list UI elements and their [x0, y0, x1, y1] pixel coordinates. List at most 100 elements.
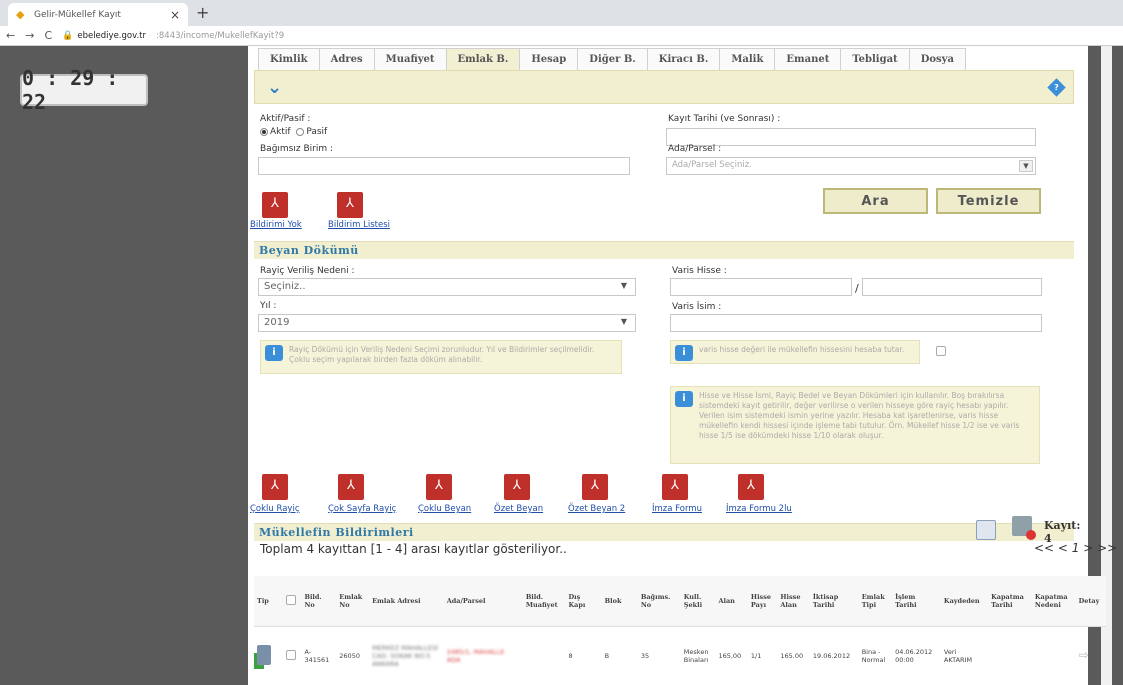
tab-malik[interactable]: Malik	[719, 48, 776, 70]
temizle-button[interactable]: Temizle	[936, 188, 1041, 214]
col-emlak-adresi[interactable]: Emlak Adresi	[369, 576, 444, 627]
reload-icon[interactable]: C	[44, 29, 52, 42]
pdf-icon[interactable]: ⅄	[504, 474, 530, 500]
col-bild-no[interactable]: Bild. No	[301, 576, 337, 627]
kayit-tarihi-input[interactable]	[666, 128, 1036, 146]
bildirimi-yok-link[interactable]: Bildirimi Yok	[250, 220, 302, 230]
pasif-radio[interactable]	[296, 127, 305, 136]
hesaba-kat-checkbox[interactable]	[936, 346, 946, 356]
imza-formu-link[interactable]: İmza Formu	[652, 504, 702, 514]
rayic-label: Rayiç Veriliş Nedeni :	[260, 266, 355, 276]
cell-ada-parsel: 2485/1, MAHALLE ADA	[444, 626, 523, 685]
col-select	[283, 576, 302, 627]
tab-emlak[interactable]: Emlak B.	[445, 48, 521, 70]
aktif-label: Aktif	[270, 127, 291, 137]
row-checkbox[interactable]	[286, 650, 297, 661]
ada-parsel-value: Ada/Parsel Seçiniz.	[672, 160, 752, 170]
cell-emlak-no: 26050	[339, 652, 360, 661]
tab-kiraci[interactable]: Kiracı B.	[646, 48, 721, 70]
pagination[interactable]: << < 1 > >>	[1034, 541, 1117, 555]
col-ada-parsel[interactable]: Ada/Parsel	[443, 576, 523, 627]
pdf-icon[interactable]: ⅄	[262, 192, 288, 218]
ozet-beyan-link[interactable]: Özet Beyan	[494, 504, 543, 514]
cell-alan: 165,00	[718, 652, 742, 661]
cell-hisse-payi: 1/1	[750, 652, 762, 661]
coklu-beyan-link[interactable]: Çoklu Beyan	[418, 504, 471, 514]
detail-arrow-icon[interactable]: ⇨	[1079, 648, 1089, 662]
tab-hesap[interactable]: Hesap	[519, 48, 579, 70]
help-icon[interactable]: ?	[1047, 78, 1066, 97]
cell-bild-no: A-341561	[304, 648, 330, 665]
col-tip[interactable]: Tip	[254, 576, 284, 627]
back-icon[interactable]: ←	[6, 29, 15, 42]
tab-diger[interactable]: Diğer B.	[577, 48, 648, 70]
close-tab-icon[interactable]: ×	[170, 8, 180, 22]
forward-icon[interactable]: →	[25, 29, 34, 42]
yil-select[interactable]: 2019 ▼	[258, 314, 636, 332]
new-tab-button[interactable]: +	[196, 3, 209, 22]
varis-isim-input[interactable]	[670, 314, 1042, 332]
col-bagims-no[interactable]: Bağıms. No	[637, 576, 681, 627]
imza-formu-2lu-link[interactable]: İmza Formu 2lu	[726, 504, 792, 514]
chevron-down-icon[interactable]: ⌄	[267, 77, 282, 98]
col-dis-kapi[interactable]: Dış Kapı	[565, 576, 602, 627]
main-page: Kimlik Adres Muafiyet Emlak B. Hesap Diğ…	[248, 46, 1117, 685]
cell-dis-kapi: 8	[568, 652, 573, 661]
varis-separator: /	[855, 282, 859, 295]
dropdown-arrow-icon: ▼	[620, 317, 627, 326]
col-blok[interactable]: Blok	[601, 576, 638, 627]
col-emlak-no[interactable]: Emlak No	[336, 576, 370, 627]
row-type-icon	[254, 626, 283, 685]
info-icon: i	[265, 345, 283, 361]
select-all-checkbox[interactable]	[286, 594, 297, 605]
tab-tebligat[interactable]: Tebligat	[840, 48, 910, 70]
lock-icon: 🔒	[62, 30, 74, 41]
pdf-icon[interactable]: ⅄	[662, 474, 688, 500]
ada-parsel-select[interactable]: Ada/Parsel Seçiniz. ▼	[666, 157, 1036, 175]
col-kaydeden[interactable]: Kaydeden	[940, 576, 989, 627]
cell-kaydeden: Veri AKTARIM	[943, 648, 973, 665]
ozet-beyan-2-link[interactable]: Özet Beyan 2	[568, 504, 625, 514]
pdf-icon[interactable]: ⅄	[262, 474, 288, 500]
aktif-radio[interactable]	[260, 127, 268, 136]
pdf-icon[interactable]: ⅄	[738, 474, 764, 500]
url-field[interactable]: ebelediye.gov.tr:8443/income/MukellefKay…	[77, 31, 294, 41]
col-detay[interactable]: Detay	[1075, 576, 1106, 627]
coklu-rayic-link[interactable]: Çoklu Rayiç	[250, 504, 300, 514]
browser-tab[interactable]: ◆ Gelir-Mükellef Kayıt ×	[8, 3, 188, 26]
pdf-icon[interactable]: ⅄	[582, 474, 608, 500]
tab-kimlik[interactable]: Kimlik	[258, 48, 320, 70]
tab-emanet[interactable]: Emanet	[774, 48, 842, 70]
col-hisse-alan[interactable]: Hisse Alan	[777, 576, 810, 627]
col-bild-muafiyet[interactable]: Bild. Muafiyet	[522, 576, 566, 627]
col-alan[interactable]: Alan	[715, 576, 748, 627]
col-hisse-payi[interactable]: Hisse Payı	[747, 576, 778, 627]
table-header-row: Tip Bild. No Emlak No Emlak Adresi Ada/P…	[254, 576, 1106, 627]
ara-button[interactable]: Ara	[823, 188, 928, 214]
cell-islem-tarihi: 04.06.2012 00:00	[895, 648, 933, 665]
col-kapatma-tarihi[interactable]: Kapatma Tarihi	[988, 576, 1032, 627]
tab-muafiyet[interactable]: Muafiyet	[373, 48, 447, 70]
varis-hisse-payda-input[interactable]	[862, 278, 1042, 296]
col-iktisap-tarihi[interactable]: İktisap Tarihi	[809, 576, 859, 627]
tab-adres[interactable]: Adres	[318, 48, 375, 70]
col-kapatma-nedeni[interactable]: Kapatma Nedeni	[1031, 576, 1076, 627]
pdf-icon[interactable]: ⅄	[338, 474, 364, 500]
emlak-adresi-text: MERKEZ MAHALLESİ CAD. SOKAK NO:5 ANKARA	[372, 644, 438, 669]
export-icon[interactable]	[976, 520, 996, 540]
bildirimler-header: Mükellefin Bildirimleri	[254, 523, 1074, 541]
varis-isim-label: Varis İsim :	[672, 302, 722, 312]
bagimsiz-birim-input[interactable]	[258, 157, 630, 175]
rayic-select[interactable]: Seçiniz.. ▼	[258, 278, 636, 296]
cell-kapatma-nedeni	[1032, 626, 1076, 685]
col-islem-tarihi[interactable]: İşlem Tarihi	[892, 576, 941, 627]
varis-hisse-pay-input[interactable]	[670, 278, 852, 296]
bildirim-listesi-link[interactable]: Bildirim Listesi	[328, 220, 390, 230]
cok-sayfa-rayic-link[interactable]: Çok Sayfa Rayiç	[328, 504, 396, 514]
pdf-icon[interactable]: ⅄	[426, 474, 452, 500]
col-kull-sekli[interactable]: Kull. Şekli	[680, 576, 716, 627]
tab-dosya[interactable]: Dosya	[908, 48, 966, 70]
pdf-icon[interactable]: ⅄	[337, 192, 363, 218]
col-emlak-tipi[interactable]: Emlak Tipi	[858, 576, 893, 627]
table-row[interactable]: A-341561 26050 MERKEZ MAHALLESİ CAD. SOK…	[254, 626, 1106, 685]
